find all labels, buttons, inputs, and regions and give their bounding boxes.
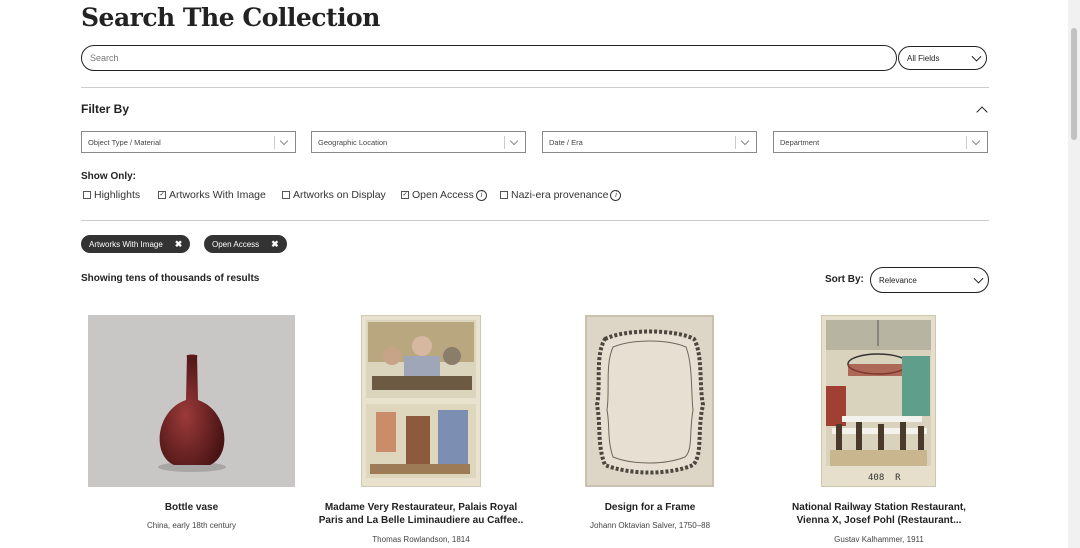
checkbox-box[interactable]: [83, 191, 91, 199]
dropdown-separator: [735, 136, 736, 149]
dropdown-department[interactable]: Department: [773, 131, 988, 153]
divider: [81, 87, 989, 88]
image-caption-glyph: 408 R: [868, 473, 901, 483]
card-artist: Gustav Kalhammer, 1911: [834, 535, 924, 544]
checkbox-artworks-with-image[interactable]: ✓ Artworks With Image: [158, 189, 266, 201]
info-icon[interactable]: i: [610, 189, 622, 201]
checkbox-box[interactable]: [282, 191, 290, 199]
results-summary: Showing tens of thousands of results: [81, 273, 260, 284]
checkbox-label: Open Access: [412, 189, 474, 201]
active-filter-pill[interactable]: Artworks With Image ✖: [81, 235, 191, 253]
artwork-image-madame-very[interactable]: [361, 315, 481, 487]
sort-value: Relevance: [879, 275, 917, 285]
checkbox-artworks-on-display[interactable]: Artworks on Display: [282, 189, 386, 201]
page-title: Search The Collection: [81, 3, 380, 32]
dropdown-date-era[interactable]: Date / Era: [542, 131, 757, 153]
checkbox-open-access[interactable]: ✓ Open Access i: [401, 189, 487, 201]
checkbox-box-checked[interactable]: ✓: [401, 191, 409, 199]
card-title[interactable]: Design for a Frame: [545, 501, 755, 514]
artwork-image-design-for-a-frame[interactable]: [585, 315, 714, 487]
dropdown-label: Geographic Location: [318, 137, 388, 147]
sort-select[interactable]: Relevance: [870, 267, 989, 293]
fields-select-value: All Fields: [907, 53, 940, 63]
chevron-down-icon: [973, 273, 984, 284]
chevron-down-icon: [279, 136, 289, 146]
sort-label: Sort By:: [825, 274, 864, 285]
checkbox-nazi-era-provenance[interactable]: Nazi-era provenance i: [500, 189, 622, 201]
restaurant-illustration: 408 R: [826, 320, 931, 483]
dropdown-label: Date / Era: [549, 137, 583, 147]
vase-illustration: [158, 354, 226, 472]
checkbox-label: Nazi-era provenance: [511, 189, 609, 201]
search-input[interactable]: Search: [81, 45, 897, 71]
card-title[interactable]: National Railway Station Restaurant, Vie…: [775, 501, 983, 527]
fields-select[interactable]: All Fields: [898, 46, 987, 70]
remove-filter-icon[interactable]: ✖: [271, 239, 279, 250]
checkbox-label: Highlights: [94, 189, 141, 201]
pill-label: Open Access: [212, 239, 260, 249]
dropdown-geographic-location[interactable]: Geographic Location: [311, 131, 526, 153]
checkbox-box[interactable]: [500, 191, 508, 199]
card-title[interactable]: Madame Very Restaurateur, Palais Royal P…: [311, 501, 531, 527]
dropdown-separator: [274, 136, 275, 149]
remove-filter-icon[interactable]: ✖: [175, 239, 183, 250]
artwork-image-railway-restaurant[interactable]: 408 R: [821, 315, 936, 487]
dropdown-object-type[interactable]: Object Type / Material: [81, 131, 296, 153]
dropdown-separator: [504, 136, 505, 149]
filter-heading: Filter By: [81, 102, 130, 116]
active-filter-pill[interactable]: Open Access ✖: [204, 235, 287, 253]
card-artist: Thomas Rowlandson, 1814: [372, 535, 470, 544]
card-title[interactable]: Bottle vase: [88, 501, 295, 514]
dropdown-label: Object Type / Material: [88, 137, 161, 147]
checkbox-box-checked[interactable]: ✓: [158, 191, 166, 199]
divider: [81, 220, 989, 221]
dropdown-label: Department: [780, 137, 820, 147]
chevron-down-icon: [509, 136, 519, 146]
checkbox-label: Artworks on Display: [293, 189, 386, 201]
checkbox-label: Artworks With Image: [169, 189, 266, 201]
search-placeholder: Search: [90, 53, 119, 63]
pill-label: Artworks With Image: [89, 239, 163, 249]
chevron-down-icon: [971, 136, 981, 146]
info-icon[interactable]: i: [475, 189, 487, 201]
frame-illustration: [585, 315, 714, 487]
card-subtitle: China, early 18th century: [147, 521, 236, 530]
show-only-label: Show Only:: [81, 171, 136, 182]
collapse-filters-icon[interactable]: [976, 106, 988, 118]
chevron-down-icon: [740, 136, 750, 146]
checkbox-highlights[interactable]: Highlights: [83, 189, 140, 201]
print-illustration: [366, 320, 476, 478]
scrollbar-thumb[interactable]: [1071, 28, 1077, 140]
chevron-down-icon: [971, 51, 982, 62]
dropdown-separator: [966, 136, 967, 149]
artwork-image-bottle-vase[interactable]: [88, 315, 295, 487]
card-artist: Johann Oktavian Salver, 1750–88: [589, 521, 711, 530]
